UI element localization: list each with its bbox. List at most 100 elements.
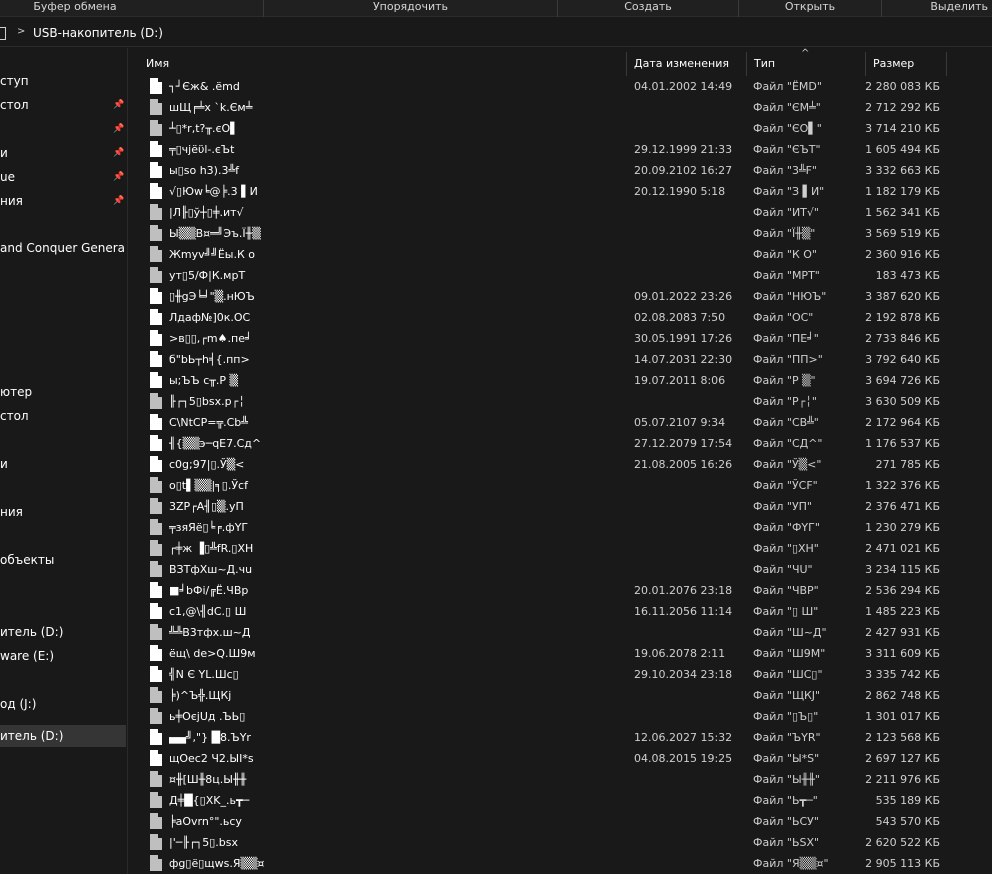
file-date: 29.12.1999 21:33 — [634, 143, 733, 156]
nav-item-3d-objects[interactable]: объекты — [0, 549, 126, 571]
file-name: ┌╪ж ▐▯╩fR.▯XH — [169, 542, 254, 555]
ribbon-group-organize[interactable]: Упорядочить — [264, 0, 557, 17]
file-row[interactable]: ■╛bФi/╔Ё.ЧВр 20.01.2076 23:18 Файл "ЧВР" 2 … — [138, 580, 948, 601]
file-icon — [150, 183, 162, 199]
nav-item-quick-access[interactable]: ступ — [0, 70, 126, 92]
file-row[interactable]: c0g;97|▯.Ў▒< 21.08.2005 16:26 Файл "Ў▒<" 27… — [138, 454, 948, 475]
file-size: 1 322 376 КБ — [865, 479, 940, 492]
ribbon-group-clipboard[interactable]: Буфер обмена — [0, 0, 150, 17]
file-name: o▯t▌▒▒|╕▯.Ўcf — [169, 479, 248, 492]
file-row[interactable]: ╢{▒▒э─qE7.Сд^ 27.12.2079 17:54 Файл "СД^" 1… — [138, 433, 948, 454]
file-icon — [150, 225, 162, 241]
nav-item-pc-3[interactable] — [0, 429, 126, 451]
file-row[interactable]: щОес2 Ч2.ЫI*s 04.08.2015 19:25 Файл "Ы*S" 2… — [138, 748, 948, 769]
pin-icon[interactable]: 📌 — [113, 100, 124, 110]
pin-icon[interactable]: 📌 — [113, 148, 124, 158]
file-row[interactable]: шЩ╒╧х `k.Єм╧ Файл "ЄМ╧" 2 712 292 КБ — [138, 97, 948, 118]
file-date: 29.10.2034 23:18 — [634, 668, 733, 681]
file-row[interactable]: ╤зяЯё▯╘╒.фҮГ Файл "ФҮГ" 1 230 279 КБ — [138, 517, 948, 538]
file-row[interactable]: ы▯so h3).3╩f 20.09.2102 16:27 Файл "3╩F" 3 … — [138, 160, 948, 181]
nav-item-usb-d[interactable]: итель (D:) — [0, 621, 126, 643]
ribbon-group-select[interactable]: Выделить — [882, 0, 992, 17]
nav-item-drive-j[interactable]: од (J:) — [0, 693, 126, 715]
pin-icon[interactable]: 📌 — [113, 196, 124, 206]
column-header-name[interactable]: Имя — [138, 52, 626, 76]
nav-item-pc-5[interactable]: ния — [0, 501, 126, 523]
file-row[interactable]: Ы▒▒B¤═╝Эъ.Ї╫▒ Файл "Ї╫▒" 3 569 519 КБ — [138, 223, 948, 244]
file-row[interactable]: Жmyv╝╝Ёы.К о Файл "К О" 2 360 916 КБ — [138, 244, 948, 265]
nav-item-pc-4[interactable]: и — [0, 453, 126, 475]
file-row[interactable]: c1,@\╢dC.▯ Ш 16.11.2056 11:14 Файл "▯ Ш" 1 … — [138, 601, 948, 622]
nav-item-desktop[interactable]: стол — [0, 94, 126, 116]
file-row[interactable]: √▯Юw╘@╞.3 ▌И 20.12.1990 5:18 Файл "З ▌И" 1 … — [138, 181, 948, 202]
drive-icon — [0, 27, 6, 40]
file-row[interactable]: ╟┌┐5▯bsx.р┌╎ Файл "Р┌╎" 3 630 509 КБ — [138, 391, 948, 412]
nav-item-pinned-5[interactable]: ue — [0, 166, 126, 188]
file-row[interactable]: б"bЬ┬h╡{.пп> 14.07.2031 22:30 Файл "ПП>" 3 … — [138, 349, 948, 370]
nav-item-usb-d-selected[interactable]: итель (D:) — [0, 725, 126, 747]
address-bar[interactable]: > USB-накопитель (D:) — [0, 20, 992, 47]
file-name: ╤зяЯё▯╘╒.фҮГ — [169, 521, 249, 534]
file-row[interactable]: ┴▯*r,t?╥.єО▌ Файл "ЄО▌" 3 714 210 КБ — [138, 118, 948, 139]
file-row[interactable]: ▄▄╝,"} █8.ЪYr 12.06.2027 15:32 Файл "ЪYR" 2… — [138, 727, 948, 748]
file-row[interactable]: ╣N Є YL.Шс▯ 29.10.2034 23:18 Файл "ШС▯" 3 3… — [138, 664, 948, 685]
file-icon — [150, 435, 162, 451]
column-header-size[interactable]: Размер — [865, 52, 946, 76]
file-type: Файл "▯Ъ▯" — [753, 710, 819, 723]
nav-item-pinned-6[interactable]: ния — [0, 190, 126, 212]
file-row[interactable]: ┐┘Єж& .ёmd 04.01.2002 14:49 Файл "ЁMD" 2 28… — [138, 76, 948, 97]
file-row[interactable]: |Л╟▯ў┼▯╪.ит√ Файл "ИТ√" 1 562 341 КБ — [138, 202, 948, 223]
file-size: 271 785 КБ — [875, 458, 940, 471]
file-icon — [150, 288, 162, 304]
file-row[interactable]: фg▯ё▯щws.Я▒▒¤ Файл "Я▒▒¤" 2 905 113 КБ — [138, 853, 948, 874]
file-row[interactable]: ╞)^Ъ╬.ЩКj Файл "ЩКJ" 2 862 748 КБ — [138, 685, 948, 706]
file-name: ╩╩В3тфх.ш~Д — [169, 626, 251, 639]
file-row[interactable]: 3ZP┌A╢▯▒.уП Файл "УП" 2 376 471 КБ — [138, 496, 948, 517]
file-icon — [150, 666, 162, 682]
pin-icon[interactable]: 📌 — [113, 124, 124, 134]
nav-item-drive-e[interactable]: ware (E:) — [0, 645, 126, 667]
file-name: C\NtCP=╦.Cb╩ — [169, 416, 248, 429]
file-size: 2 172 964 КБ — [865, 416, 940, 429]
file-row[interactable]: ВЗТфХш~Д.чu Файл "ЧU" 3 234 115 КБ — [138, 559, 948, 580]
file-name: √▯Юw╘@╞.3 ▌И — [169, 185, 258, 198]
file-row[interactable]: ╞aOvrn°".ьсу Файл "ЬСУ" 543 570 КБ — [138, 811, 948, 832]
nav-item-generals[interactable]: and Conquer Generals Z — [0, 237, 126, 259]
column-divider[interactable] — [946, 52, 947, 76]
file-size: 2 697 127 КБ — [865, 752, 940, 765]
address-path[interactable]: USB-накопитель (D:) — [33, 26, 163, 40]
file-row[interactable]: ¤╫[Ш╫8ц.Ы╫╫ Файл "Ы╫╫" 2 211 976 КБ — [138, 769, 948, 790]
nav-item-pinned-3[interactable] — [0, 118, 126, 140]
column-header-date[interactable]: Дата изменения — [626, 52, 746, 76]
file-date: 20.01.2076 23:18 — [634, 584, 733, 597]
pin-icon[interactable]: 📌 — [113, 172, 124, 182]
file-row[interactable]: >в▯▯,┌m♠.пе╛ 30.05.1991 17:26 Файл "ПЕ╛" 2 … — [138, 328, 948, 349]
file-size: 2 192 878 КБ — [865, 311, 940, 324]
file-row[interactable]: o▯t▌▒▒|╕▯.Ўcf Файл "ЎCF" 1 322 376 КБ — [138, 475, 948, 496]
file-name: ╞aOvrn°".ьсу — [169, 815, 242, 828]
file-row[interactable]: ╤▯чjёϋl-.єЪt 29.12.1999 21:33 Файл "ЄЪТ" 1 … — [138, 139, 948, 160]
file-row[interactable]: ь╪ОєjUд .ЪЬ▯ Файл "▯Ъ▯" 1 301 017 КБ — [138, 706, 948, 727]
file-type: Файл "Р┌╎" — [753, 395, 817, 408]
file-row[interactable]: ┌╪ж ▐▯╩fR.▯XH Файл "▯ХН" 2 471 021 КБ — [138, 538, 948, 559]
file-row[interactable]: ут▯5/Ф|К.мрТ Файл "МРТ" 183 473 КБ — [138, 265, 948, 286]
file-icon — [150, 498, 162, 514]
file-row[interactable]: ёщ\ de>Q.Ш9м 19.06.2078 2:11 Файл "Ш9М" 3 3… — [138, 643, 948, 664]
nav-item-pinned-4[interactable]: и — [0, 142, 126, 164]
nav-item-pc-desktop[interactable]: стол — [0, 405, 126, 427]
file-row[interactable]: ы;ЪЪ с╥.Р ▒ 19.07.2011 8:06 Файл "Р ▒" 3 69… — [138, 370, 948, 391]
nav-item-this-pc[interactable]: ютер — [0, 381, 126, 403]
file-icon — [150, 267, 162, 283]
file-row[interactable]: ╩╩В3тфх.ш~Д Файл "Ш~Д" 2 427 931 КБ — [138, 622, 948, 643]
file-row[interactable]: Лдаф№]0к.ОС 02.08.2083 7:50 Файл "ОС" 2 192… — [138, 307, 948, 328]
file-type: Файл "ЧU" — [753, 563, 813, 576]
file-type: Файл "Ы╫╫" — [753, 773, 820, 786]
file-type: Файл "Ш9М" — [753, 647, 826, 660]
file-row[interactable]: ▯╫gЭ╘╛"▒.нЮЪ 09.01.2022 23:26 Файл "НЮЪ" 3 … — [138, 286, 948, 307]
file-row[interactable]: C\NtCP=╦.Cb╩ 05.07.2107 9:34 Файл "СВ╩" 2 1… — [138, 412, 948, 433]
file-row[interactable]: |'─╟┌┐5▯.bsx Файл "ЬSX" 2 620 522 КБ — [138, 832, 948, 853]
ribbon-group-open[interactable]: Открыть — [739, 0, 881, 17]
file-row[interactable]: Д╪█{▯XK_.ь┳─ Файл "Ь┳─" 535 189 КБ — [138, 790, 948, 811]
chevron-right-icon[interactable]: > — [17, 26, 25, 37]
ribbon-group-new[interactable]: Создать — [558, 0, 738, 17]
